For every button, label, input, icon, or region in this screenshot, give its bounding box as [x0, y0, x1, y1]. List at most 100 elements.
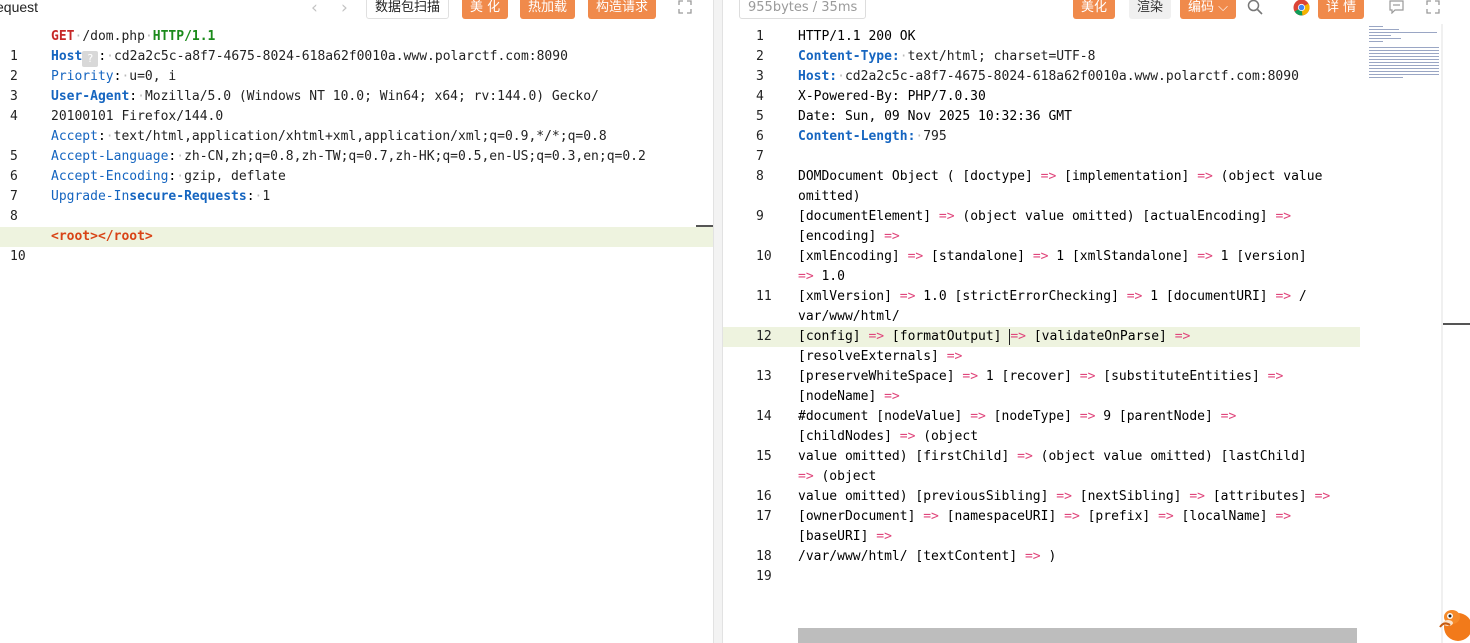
response-editor[interactable]: 1 HTTP/1.1 200 OK 2 Content-Type:·text/htm… [723, 27, 1360, 643]
text-token: (object [813, 469, 877, 484]
header-name: Priority [51, 69, 114, 84]
arrow-token: => [1064, 509, 1080, 524]
arrow-token: => [1056, 489, 1072, 504]
arrow-token: => [962, 369, 979, 384]
arrow-token: => [1032, 249, 1049, 264]
line-number: 15 [756, 449, 772, 464]
body-text: value omitted) [previousSibling] => [nex… [798, 487, 1330, 507]
search-icon[interactable] [1247, 0, 1263, 15]
arrow-token: => [938, 209, 955, 224]
line-number: 4 [756, 89, 764, 104]
code-line: 1 GET·/dom.php·HTTP/1.1 [0, 27, 713, 64]
code-line: 8 DOMDocument Object ( [doctype] => [impl… [723, 167, 1360, 187]
comment-icon[interactable] [1389, 0, 1404, 14]
encoding-dropdown[interactable]: 编码 ⌵ [1180, 0, 1237, 19]
chrome-icon[interactable] [1293, 0, 1310, 16]
text-token: value omitted) [previousSibling] [798, 489, 1057, 504]
text-token: (object [915, 429, 979, 444]
http-protocol: HTTP/1.1 [152, 29, 216, 44]
request-panel: equest ‹ › 数据包扫描 美 化 热加载 构造请求 1 GET·/dom… [0, 0, 713, 643]
header-value-cont: 20100101 Firefox/144.0 [51, 109, 224, 124]
arrow-token: => [923, 509, 939, 524]
text-token: [namespaceURI] [938, 509, 1065, 524]
code-line: 8 Upgrade-Insecure-Requests:·1 [0, 187, 713, 224]
code-line-wrap: 20100101 Firefox/144.0 [0, 107, 713, 127]
header-value: cd2a2c5c-a8f7-4675-8024-618a62f0010a.www… [113, 49, 568, 64]
text-token: [documentElement] [798, 209, 939, 224]
request-toolbar: equest ‹ › 数据包扫描 美 化 热加载 构造请求 [0, 0, 713, 22]
minimap[interactable] [1369, 24, 1441, 84]
text-token: [validateOnParse] [1026, 329, 1175, 344]
pane-divider[interactable] [713, 0, 723, 643]
response-panel: 955bytes / 35ms 美化 渲染 编码 ⌵ 详 情 1 HTTP/1.1… [723, 0, 1470, 643]
beautify-button[interactable]: 美 化 [462, 0, 509, 19]
body-text: [ownerDocument] => [namespaceURI] => [pr… [798, 507, 1291, 527]
code-line-wrap: => 1.0 [723, 267, 1360, 287]
header-name: Host: [798, 69, 838, 84]
arrow-token: => [1017, 449, 1033, 464]
arrow-token: => [970, 409, 986, 424]
code-line: 3 Priority:·u=0, i [0, 67, 713, 104]
line-number: 5 [756, 109, 764, 124]
status-line: HTTP/1.1 200 OK [798, 29, 916, 44]
body-text-cont: omitted) [798, 187, 861, 207]
header-line: Date: Sun, 09 Nov 2025 10:32:36 GMT [798, 109, 1072, 124]
code-line-wrap: [nodeName] => [723, 387, 1360, 407]
chevron-right-icon[interactable]: › [341, 0, 348, 18]
header-name-prefix: Upgrade-In [51, 189, 130, 204]
text-token: (object value omitted) [lastChild] [1032, 449, 1307, 464]
code-line-wrap: var/www/html/ [723, 307, 1360, 327]
text-token: #document [nodeValue] [798, 409, 971, 424]
line-number: 9 [756, 209, 764, 224]
text-token: var/www/html/ [798, 309, 900, 324]
code-line: 6 Content-Length:·795 [723, 127, 1360, 147]
response-beautify-button[interactable]: 美化 [1073, 0, 1116, 19]
arrow-token: => [1275, 289, 1292, 304]
fullscreen-icon[interactable] [1426, 0, 1440, 14]
code-line-wrap: => (object [723, 467, 1360, 487]
header-name: Accept-Language [51, 149, 169, 164]
code-line: 3 Host:·cd2a2c5c-a8f7-4675-8024-618a62f00… [723, 67, 1360, 87]
text-token: value omitted) [firstChild] [798, 449, 1018, 464]
render-button[interactable]: 渲染 [1129, 0, 1172, 19]
header-name: Accept [51, 129, 98, 144]
text-token: 1.0 [813, 269, 845, 284]
help-badge-icon[interactable]: ? [82, 51, 99, 67]
code-line: 2 Host?:·cd2a2c5c-a8f7-4675-8024-618a62f… [0, 47, 713, 84]
line-number: 17 [756, 509, 772, 524]
code-line: 15 value omitted) [firstChild] => (object… [723, 447, 1360, 467]
header-name-suffix: secure-Requests [129, 189, 247, 204]
fullscreen-icon[interactable] [678, 0, 692, 14]
text-token: 9 [parentNode] [1095, 409, 1221, 424]
body-text-cont: [childNodes] => (object [798, 427, 978, 447]
line-number: 10 [756, 249, 772, 264]
code-line: 14 #document [nodeValue] => [nodeType] =>… [723, 407, 1360, 427]
packet-scan-button[interactable]: 数据包扫描 [366, 0, 450, 19]
arrow-token: => [1010, 329, 1026, 344]
text-token: / [1291, 289, 1307, 304]
code-line: 2 Content-Type:·text/html; charset=UTF-8 [723, 47, 1360, 67]
hot-load-button[interactable]: 热加载 [520, 0, 576, 19]
text-token: [xmlEncoding] [798, 249, 908, 264]
request-body: <root></root> [51, 229, 153, 244]
code-line-wrap: omitted) [723, 187, 1360, 207]
body-text-cont: [resolveExternals] => [798, 347, 962, 367]
header-line: X-Powered-By: PHP/7.0.30 [798, 89, 986, 104]
text-token: ) [1040, 549, 1057, 564]
header-value: cd2a2c5c-a8f7-4675-8024-618a62f0010a.www… [844, 69, 1299, 84]
text-token: /var/www/html/ [textContent] [798, 549, 1025, 564]
text-token: [prefix] [1079, 509, 1159, 524]
details-button[interactable]: 详 情 [1318, 0, 1365, 19]
horizontal-scrollbar[interactable] [798, 628, 1357, 643]
chevron-down-icon: ⌵ [1218, 0, 1229, 15]
text-token: [preserveWhiteSpace] [798, 369, 963, 384]
header-value: Mozilla/5.0 (Windows NT 10.0; Win64; x64… [144, 89, 599, 104]
response-stats: 955bytes / 35ms [739, 0, 867, 19]
build-request-button[interactable]: 构造请求 [588, 0, 657, 19]
arrow-token: => [798, 269, 814, 284]
chevron-left-icon[interactable]: ‹ [311, 0, 318, 18]
vertical-scrollbar[interactable] [1441, 24, 1443, 643]
request-editor[interactable]: 1 GET·/dom.php·HTTP/1.1 2 Host?:·cd2a2c5… [0, 27, 713, 643]
arrow-token: => [1220, 409, 1237, 424]
body-text: [config] => [formatOutput] => [validateO… [798, 327, 1190, 347]
